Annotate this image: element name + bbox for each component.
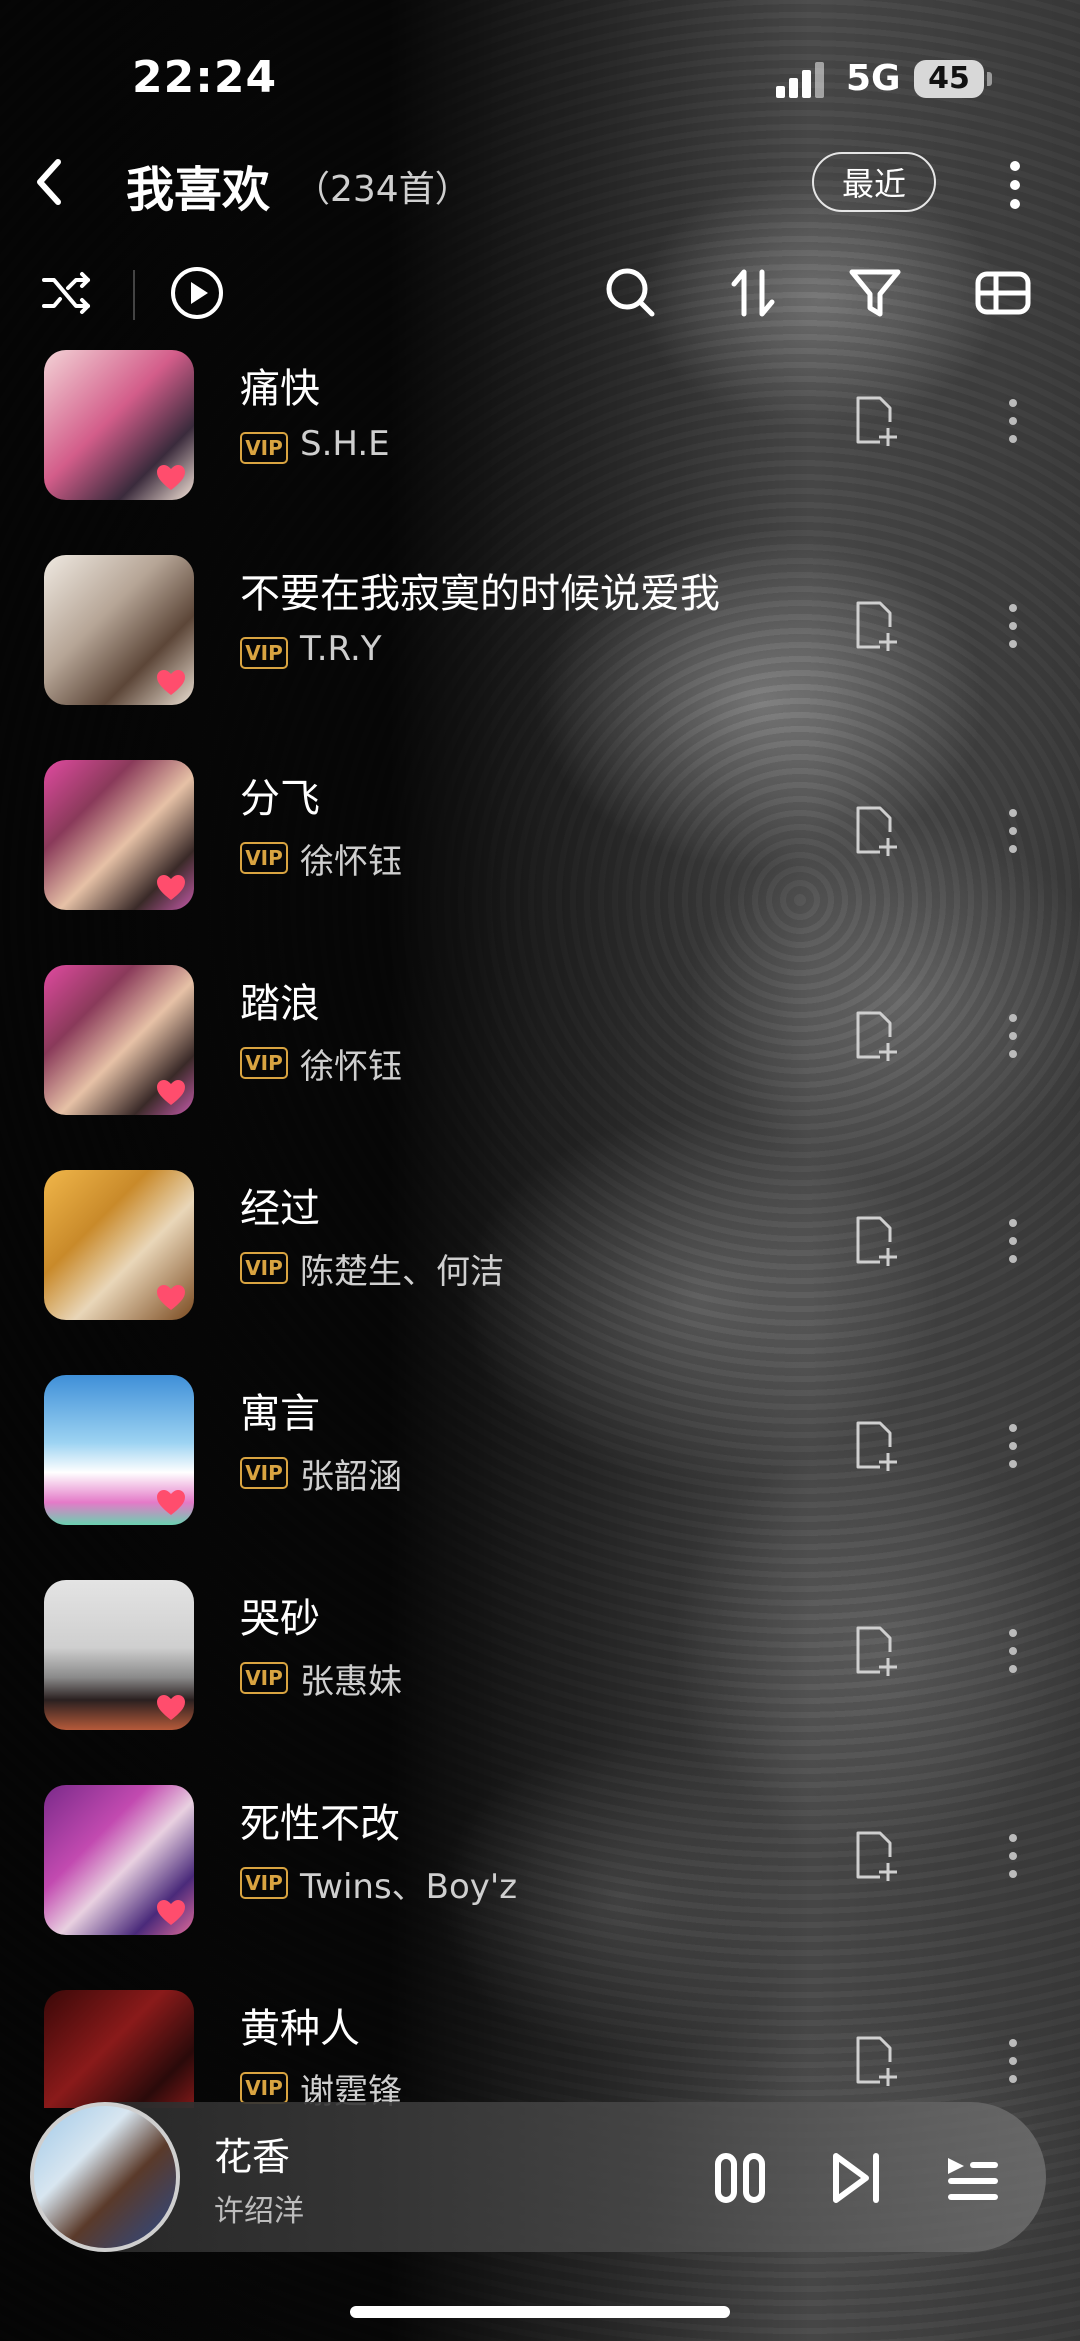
network-type: 5G	[846, 58, 901, 99]
vip-badge: VIP	[240, 1867, 288, 1899]
album-cover	[44, 555, 194, 705]
play-circle-icon[interactable]	[168, 264, 226, 322]
heart-icon	[157, 1285, 185, 1310]
song-row[interactable]: 寓言 VIP 张韶涵	[0, 1373, 1080, 1578]
heart-icon	[157, 1695, 185, 1720]
heart-icon	[157, 1900, 185, 1925]
more-icon[interactable]	[1006, 806, 1020, 856]
album-cover	[44, 1580, 194, 1730]
song-artist: 张惠妹	[300, 1662, 402, 1702]
album-cover	[44, 760, 194, 910]
album-cover	[44, 965, 194, 1115]
now-playing-cover[interactable]	[30, 2102, 180, 2252]
song-artist: Twins、Boy'z	[300, 1867, 518, 1907]
heart-icon	[157, 1080, 185, 1105]
song-row[interactable]: 经过 VIP 陈楚生、何洁	[0, 1168, 1080, 1373]
song-title: 经过	[240, 1186, 320, 1232]
page-title: 我喜欢	[126, 162, 271, 218]
playlist-icon[interactable]	[942, 2148, 1002, 2208]
vip-badge: VIP	[240, 1662, 288, 1694]
song-row[interactable]: 不要在我寂寞的时候说爱我 VIP T.R.Y	[0, 553, 1080, 758]
song-title: 死性不改	[240, 1801, 400, 1847]
add-to-playlist-icon[interactable]	[850, 1007, 900, 1063]
song-title: 踏浪	[240, 981, 320, 1027]
now-playing-artist[interactable]: 许绍洋	[214, 2186, 304, 2230]
song-artist: 徐怀钰	[300, 1047, 402, 1087]
song-artist: S.H.E	[300, 424, 390, 464]
toolbar-divider	[133, 270, 135, 320]
song-row[interactable]: 痛快 VIP S.H.E	[0, 348, 1080, 553]
heart-icon	[157, 1490, 185, 1515]
vip-badge: VIP	[240, 637, 288, 669]
song-title: 黄种人	[240, 2006, 360, 2052]
recent-button[interactable]: 最近	[812, 152, 936, 212]
add-to-playlist-icon[interactable]	[850, 1417, 900, 1473]
more-icon[interactable]	[1000, 158, 1030, 212]
pause-icon[interactable]	[710, 2148, 770, 2208]
heart-icon	[157, 875, 185, 900]
song-artist: 张韶涵	[300, 1457, 402, 1497]
song-row[interactable]: 踏浪 VIP 徐怀钰	[0, 963, 1080, 1168]
vip-badge: VIP	[240, 2072, 288, 2104]
more-icon[interactable]	[1006, 1831, 1020, 1881]
search-icon[interactable]	[602, 264, 660, 322]
song-row[interactable]: 黄种人 VIP 谢霆锋	[0, 1988, 1080, 2108]
song-title: 哭砂	[240, 1596, 320, 1642]
add-to-playlist-icon[interactable]	[850, 392, 900, 448]
more-icon[interactable]	[1006, 1421, 1020, 1471]
mini-player[interactable]: 花香 许绍洋	[30, 2102, 1046, 2252]
more-icon[interactable]	[1006, 1626, 1020, 1676]
more-icon[interactable]	[1006, 1011, 1020, 1061]
filter-icon[interactable]	[846, 264, 904, 322]
vip-badge: VIP	[240, 1252, 288, 1284]
song-title: 痛快	[240, 366, 320, 412]
song-row[interactable]: 死性不改 VIP Twins、Boy'z	[0, 1783, 1080, 1988]
album-cover	[44, 1785, 194, 1935]
song-title: 分飞	[240, 776, 320, 822]
song-row[interactable]: 分飞 VIP 徐怀钰	[0, 758, 1080, 963]
album-cover	[44, 1990, 194, 2108]
now-playing-title[interactable]: 花香	[214, 2126, 290, 2181]
sort-icon[interactable]	[724, 264, 782, 322]
song-list[interactable]: 痛快 VIP S.H.E 不要在我寂寞的时候说爱我 VIP T.R.Y 分飞 V…	[0, 348, 1080, 2108]
add-to-playlist-icon[interactable]	[850, 1622, 900, 1678]
heart-icon	[157, 670, 185, 695]
song-title: 寓言	[240, 1391, 320, 1437]
song-row[interactable]: 哭砂 VIP 张惠妹	[0, 1578, 1080, 1783]
song-artist: 徐怀钰	[300, 842, 402, 882]
more-icon[interactable]	[1006, 601, 1020, 651]
album-cover	[44, 1170, 194, 1320]
shuffle-icon[interactable]	[38, 264, 96, 322]
vip-badge: VIP	[240, 842, 288, 874]
status-bar: 22:24 5G 45	[0, 0, 1080, 150]
status-time: 22:24	[132, 52, 278, 103]
home-indicator[interactable]	[350, 2306, 730, 2318]
back-icon[interactable]	[28, 152, 72, 212]
add-to-playlist-icon[interactable]	[850, 802, 900, 858]
more-icon[interactable]	[1006, 1216, 1020, 1266]
battery-icon: 45	[914, 60, 992, 98]
song-artist: 陈楚生、何洁	[300, 1252, 504, 1292]
add-to-playlist-icon[interactable]	[850, 597, 900, 653]
layout-icon[interactable]	[974, 264, 1032, 322]
vip-badge: VIP	[240, 432, 288, 464]
song-title: 不要在我寂寞的时候说爱我	[240, 571, 720, 617]
next-icon[interactable]	[826, 2148, 886, 2208]
add-to-playlist-icon[interactable]	[850, 2032, 900, 2088]
more-icon[interactable]	[1006, 396, 1020, 446]
heart-icon	[157, 465, 185, 490]
vip-badge: VIP	[240, 1457, 288, 1489]
signal-icon	[776, 62, 826, 98]
add-to-playlist-icon[interactable]	[850, 1827, 900, 1883]
vip-badge: VIP	[240, 1047, 288, 1079]
album-cover	[44, 1375, 194, 1525]
song-count: （234首）	[294, 169, 471, 210]
song-artist: T.R.Y	[300, 629, 382, 669]
more-icon[interactable]	[1006, 2036, 1020, 2086]
album-cover	[44, 350, 194, 500]
add-to-playlist-icon[interactable]	[850, 1212, 900, 1268]
